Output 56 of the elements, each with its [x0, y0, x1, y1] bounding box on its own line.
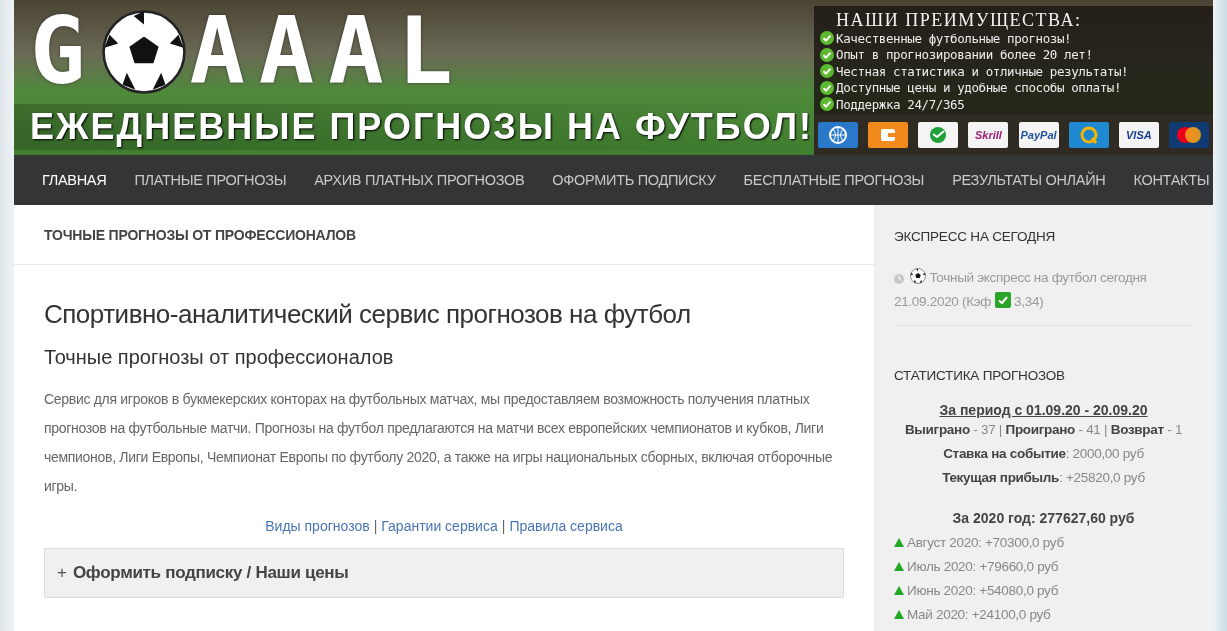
up-triangle-icon [894, 585, 904, 595]
text-link[interactable]: Виды прогнозов [265, 518, 370, 534]
up-triangle-icon [894, 537, 904, 547]
advantages-title: НАШИ ПРЕИМУЩЕСТВА: [835, 10, 1083, 30]
advantage-text: Честная статистика и отличные результаты! [836, 63, 1129, 79]
ring-icon [1078, 124, 1099, 145]
nav-link[interactable]: ГЛАВНАЯ [28, 155, 121, 205]
check-icon [820, 64, 834, 79]
up-triangle-icon [894, 609, 904, 619]
advantage-text: Поддержка 24/7/365 [836, 96, 965, 112]
page-heading: Спортивно-аналитический сервис прогнозов на футбол [44, 298, 692, 331]
page-subheading: Точные прогнозы от профессионалов [44, 345, 395, 370]
section-title: ТОЧНЫЕ ПРОГНОЗЫ ОТ ПРОФЕССИОНАЛОВ [44, 226, 356, 243]
text-link[interactable]: Правила сервиса [509, 518, 623, 534]
logo-text: G [30, 6, 100, 98]
two-circles-icon [1175, 125, 1203, 144]
nav-link[interactable]: ПЛАТНЫЕ ПРОГНОЗЫ [120, 155, 301, 205]
link-separator: | [373, 518, 378, 534]
nav-link[interactable]: АРХИВ ПЛАТНЫХ ПРОГНОЗОВ [300, 155, 539, 205]
check-icon [820, 31, 834, 46]
payment-logo: PayPal [1018, 121, 1059, 148]
stats-line: Текущая прибыль: +25820,0 руб [941, 469, 1146, 487]
widget-title: ЭКСПРЕСС НА СЕГОДНЯ [894, 229, 1056, 244]
check-icon [820, 97, 834, 112]
accordion-header[interactable]: + Оформить подписку / Наши цены [44, 548, 844, 598]
nav-link[interactable]: ОФОРМИТЬ ПОДПИСКУ [538, 155, 730, 205]
widget-title: СТАТИСТИКА ПРОГНОЗОВ [894, 368, 1066, 383]
stats-line: Ставка на событие: 2000,00 руб [942, 445, 1145, 463]
logo-text: AAAL [189, 6, 467, 98]
globe-icon [828, 124, 848, 145]
month-result: Июнь 2020: +54080,0 руб [907, 582, 1059, 598]
year-total: За 2020 год: 277627,60 руб [951, 509, 1136, 528]
advantage-text: Опыт в прогнозировании более 20 лет! [836, 47, 1093, 63]
check-icon [820, 47, 834, 62]
advantage-text: Качественные футбольные прогнозы! [836, 30, 1072, 46]
month-result: Июль 2020: +79660,0 руб [907, 558, 1059, 574]
soccer-ball-icon [910, 268, 926, 284]
stats-period: За период с 01.09.20 - 20.09.20 [938, 402, 1149, 418]
check-icon [820, 80, 834, 95]
payment-logo: Skrill [968, 121, 1009, 148]
month-result: Август 2020: +70300,0 руб [907, 534, 1064, 550]
link-separator: | [501, 518, 506, 534]
up-triangle-icon [894, 561, 904, 571]
payment-logo: VISA [1118, 121, 1159, 148]
month-result: Май 2020: +24100,0 руб [907, 606, 1051, 622]
soccer-ball-icon [101, 9, 188, 95]
advantage-text: Доступные цены и удобные способы оплаты! [836, 80, 1122, 96]
check-mark-icon [994, 292, 1011, 308]
stats-line: Выиграно - 37 | Проиграно - 41 | Возврат - 1 [903, 421, 1184, 439]
check-circle-icon [928, 124, 949, 145]
text-link[interactable]: Гарантии сервиса [381, 518, 498, 534]
nav-link[interactable]: РЕЗУЛЬТАТЫ ОНЛАЙН [938, 155, 1120, 205]
intro-paragraph: Сервис для игроков в букмекерских конторах на футбольных матчах, мы предоставляем возможность получения платных прогнозов на футбольные матчи. Прогнозы на футбол предлагаются на матчи всех европейских чемпионатов и кубков, Лиги чемпионов, Лиги Европы, Чемпионат Европы по футболу 2020, а также на игры национальных сборных, включая отборочные игры. [44, 390, 834, 496]
clock-icon [894, 274, 904, 284]
nav-link[interactable]: КОНТАКТЫ [1119, 155, 1224, 205]
nav-link[interactable]: БЕСПЛАТНЫЕ ПРОГНОЗЫ [729, 155, 939, 205]
